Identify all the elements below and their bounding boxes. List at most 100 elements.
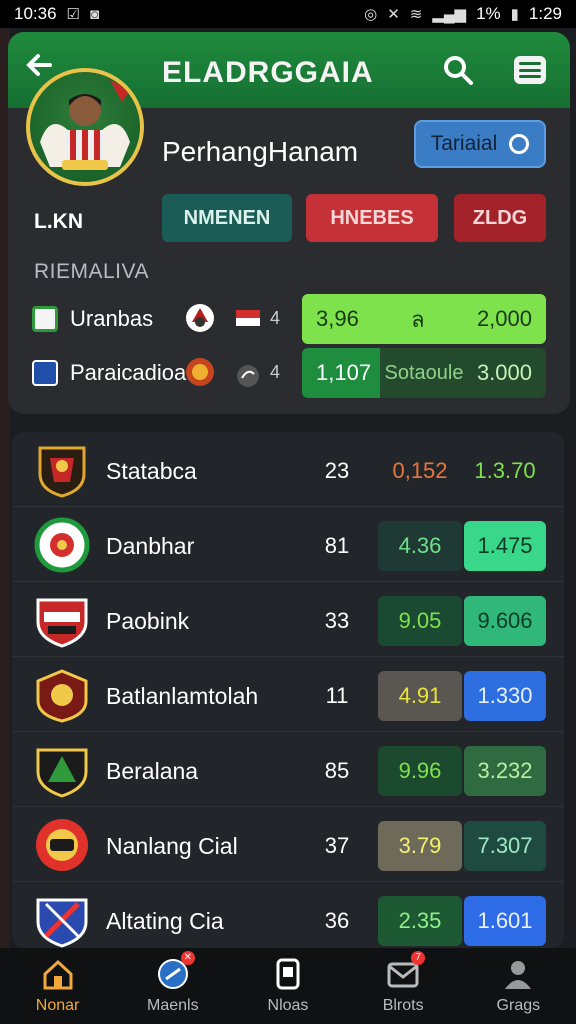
notification-badge: ✕ xyxy=(180,951,195,965)
status-time-left: 10:36 xyxy=(14,4,57,23)
tab-2[interactable]: HNEBES xyxy=(306,194,438,242)
bottom-nav: Nonar ✕ Maenls Nloas 7 Blrots Grags xyxy=(0,948,576,1024)
swirl-icon xyxy=(236,364,260,387)
battery-icon: ▮ xyxy=(510,6,519,23)
nav-label: Blrots xyxy=(382,997,424,1014)
search-icon xyxy=(444,56,473,85)
table-row[interactable]: Statabca 23 0,152 1.3.70 xyxy=(12,432,564,507)
table-row[interactable]: Altating Cia 36 2.35 1.601 xyxy=(12,882,564,948)
section-label: RIEMALIVA xyxy=(34,260,149,283)
odd-button[interactable]: 9.606 xyxy=(464,596,546,646)
app-title: ELADRGGAIA xyxy=(162,56,374,89)
match-score: 4 xyxy=(270,308,281,328)
odd-home[interactable]: 3,96 xyxy=(316,306,359,332)
odd-button[interactable]: 7.307 xyxy=(464,821,546,871)
team-name: Nanlang Cial xyxy=(106,833,238,859)
team-count: 33 xyxy=(324,608,350,633)
follow-button[interactable]: Tariaial xyxy=(414,120,546,168)
team-name: Paobink xyxy=(106,608,190,634)
follow-icon xyxy=(509,134,530,154)
nav-matches[interactable]: ✕ Maenls xyxy=(123,951,223,1015)
phone-icon xyxy=(270,957,306,991)
odd-button[interactable]: 9.96 xyxy=(378,746,462,796)
wifi-icon: ≋ xyxy=(409,6,423,23)
nav-bets[interactable]: 7 Blrots xyxy=(353,951,453,1015)
league-label: L.KN xyxy=(34,210,83,233)
team-name: Danbhar xyxy=(106,533,195,559)
odd-button[interactable]: 4.91 xyxy=(378,671,462,721)
odd-button[interactable]: 1.601 xyxy=(464,896,546,946)
home-icon xyxy=(40,957,76,991)
team-count: 11 xyxy=(325,683,349,708)
table-row[interactable]: Paobink 33 9.05 9.606 xyxy=(12,582,564,657)
match-team-name: Paraicadioa xyxy=(70,360,187,385)
odd-button[interactable]: 1.475 xyxy=(464,521,546,571)
match-team-name: Uranbas xyxy=(70,306,154,331)
table-row[interactable]: Batlanlamtolah 11 4.91 1.330 xyxy=(12,657,564,732)
team-logo-icon xyxy=(32,360,58,386)
team-crest-icon xyxy=(34,817,90,873)
battery-level: 1% xyxy=(476,4,501,23)
status-bar: 10:36 ☑ ◙ ◎ ✕ ≋ ▂▄▆ 1% ▮ 1:29 xyxy=(0,0,576,28)
nav-news[interactable]: Nloas xyxy=(238,957,338,1015)
odd-button[interactable]: 0,152 xyxy=(378,446,462,496)
status-time-right: 1:29 xyxy=(528,4,562,23)
crest-icon xyxy=(184,302,216,334)
team-name: Beralana xyxy=(106,758,199,784)
table-row[interactable]: Nanlang Cial 37 3.79 7.307 xyxy=(12,807,564,882)
flag-icon xyxy=(236,310,260,326)
table-row[interactable]: Beralana 85 9.96 3.232 xyxy=(12,732,564,807)
nav-profile[interactable]: Grags xyxy=(468,957,568,1015)
team-logo-icon xyxy=(32,306,58,332)
odd-button[interactable]: 3.232 xyxy=(464,746,546,796)
mute-icon: ✕ xyxy=(387,6,400,23)
odd-home[interactable]: 1,107 xyxy=(316,360,371,386)
match-row[interactable]: Paraicadioa 4 1,107 Sotaoule 3.000 xyxy=(8,348,570,398)
follow-label: Tariaial xyxy=(430,132,498,155)
nav-label: Nonar xyxy=(35,997,80,1014)
nav-label: Nloas xyxy=(267,997,309,1014)
user-icon xyxy=(500,957,536,991)
tab-1[interactable]: NMENEN xyxy=(162,194,292,242)
message-icon: ◙ xyxy=(90,5,100,23)
odd-button[interactable]: 1.3.70 xyxy=(464,446,546,496)
team-name: Altating Cia xyxy=(106,908,224,934)
player-photo xyxy=(40,80,130,170)
player-avatar[interactable] xyxy=(26,68,144,186)
team-name: Statabca xyxy=(106,458,197,484)
match-row[interactable]: Uranbas 4 3,96 ล 2,000 xyxy=(8,294,570,344)
notification-badge: 7 xyxy=(411,951,426,965)
team-crest-icon xyxy=(34,517,90,573)
team-crest-icon xyxy=(34,892,90,948)
team-count: 37 xyxy=(324,833,350,858)
team-crest-icon xyxy=(34,667,90,723)
odd-draw[interactable]: ล xyxy=(411,302,424,337)
odd-button[interactable]: 1.330 xyxy=(464,671,546,721)
player-card: ELADRGGAIA PerhangHanam Tariaial L.KN NM… xyxy=(8,32,570,414)
odd-button[interactable]: 9.05 xyxy=(378,596,462,646)
search-button[interactable] xyxy=(440,52,476,88)
team-crest-icon xyxy=(34,592,90,648)
odd-button[interactable]: 4.36 xyxy=(378,521,462,571)
odd-away[interactable]: 3.000 xyxy=(477,360,532,386)
odd-button[interactable]: 2.35 xyxy=(378,896,462,946)
odd-draw[interactable]: Sotaoule xyxy=(385,362,464,385)
menu-button[interactable] xyxy=(514,56,546,84)
team-name: Batlanlamtolah xyxy=(106,683,259,709)
nav-label: Grags xyxy=(496,997,541,1014)
odds-bar[interactable]: 3,96 ล 2,000 xyxy=(302,294,546,344)
back-arrow-icon xyxy=(26,54,52,76)
odd-button[interactable]: 3.79 xyxy=(378,821,462,871)
odd-away[interactable]: 2,000 xyxy=(477,306,532,332)
nav-home[interactable]: Nonar xyxy=(8,957,108,1015)
team-count: 23 xyxy=(324,458,350,483)
signal-icon: ▂▄▆ xyxy=(432,6,467,23)
team-count: 81 xyxy=(324,533,350,558)
team-count: 85 xyxy=(324,758,350,783)
tab-3[interactable]: ZLDG xyxy=(454,194,546,242)
team-crest-icon xyxy=(34,442,90,498)
odds-bar[interactable]: 1,107 Sotaoule 3.000 xyxy=(302,348,546,398)
table-row[interactable]: Danbhar 81 4.36 1.475 xyxy=(12,507,564,582)
team-count: 36 xyxy=(324,908,350,933)
alarm-icon: ◎ xyxy=(364,6,378,23)
